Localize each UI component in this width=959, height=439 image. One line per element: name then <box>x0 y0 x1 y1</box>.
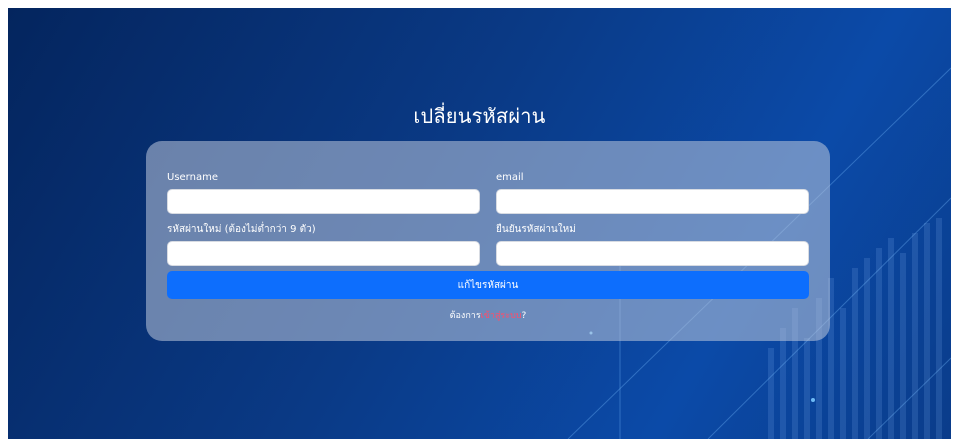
email-label: email <box>496 172 524 183</box>
login-prefix: ต้องการ <box>449 311 481 321</box>
page-title: เปลี่ยนรหัสผ่าน <box>413 104 546 128</box>
confirm-password-input[interactable] <box>496 241 809 266</box>
confirm-password-label: ยืนยันรหัสผ่านใหม่ <box>496 224 576 235</box>
username-input[interactable] <box>167 189 480 214</box>
username-label: Username <box>167 172 218 183</box>
login-prompt: ต้องการเข้าสู่ระบบ? <box>146 308 830 322</box>
new-password-label: รหัสผ่านใหม่ (ต้องไม่ต่ำกว่า 9 ตัว) <box>167 224 316 235</box>
change-password-button[interactable]: แก้ไขรหัสผ่าน <box>167 271 809 299</box>
new-password-input[interactable] <box>167 241 480 266</box>
change-password-form: Username email รหัสผ่านใหม่ (ต้องไม่ต่ำก… <box>146 141 830 341</box>
login-suffix: ? <box>521 311 527 321</box>
email-input[interactable] <box>496 189 809 214</box>
login-link[interactable]: เข้าสู่ระบบ <box>481 311 522 321</box>
